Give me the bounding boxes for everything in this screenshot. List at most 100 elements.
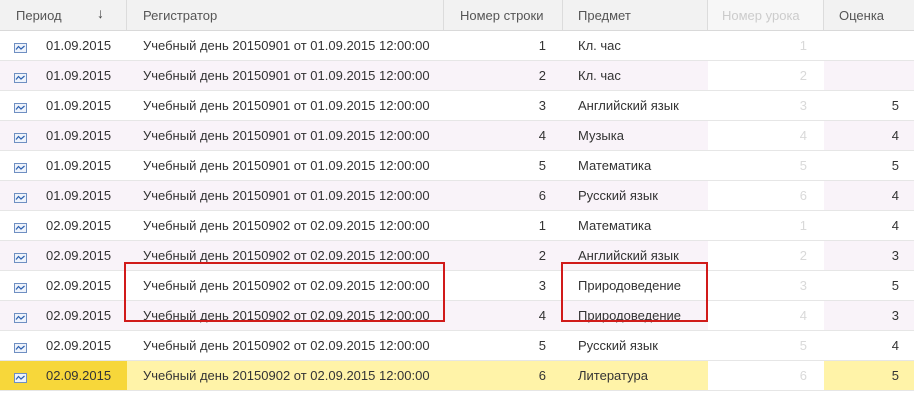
cell-line-number[interactable]: 6 xyxy=(444,181,563,210)
cell-lesson-number[interactable]: 3 xyxy=(708,271,824,300)
table-row[interactable]: 01.09.2015 Учебный день 20150901 от 01.09… xyxy=(0,91,914,121)
cell-grade[interactable]: 4 xyxy=(824,211,914,240)
cell-registrar[interactable]: Учебный день 20150901 от 01.09.2015 12:0… xyxy=(127,31,444,60)
cell-registrar[interactable]: Учебный день 20150901 от 01.09.2015 12:0… xyxy=(127,91,444,120)
table-row[interactable]: 02.09.2015 Учебный день 20150902 от 02.09… xyxy=(0,271,914,301)
cell-line-number[interactable]: 5 xyxy=(444,331,563,360)
table-row[interactable]: 01.09.2015 Учебный день 20150901 от 01.09… xyxy=(0,31,914,61)
cell-line-number[interactable]: 6 xyxy=(444,361,563,390)
table-row[interactable]: 02.09.2015 Учебный день 20150902 от 02.09… xyxy=(0,361,914,391)
cell-period[interactable]: 01.09.2015 xyxy=(0,121,127,150)
cell-lesson-number[interactable]: 6 xyxy=(708,181,824,210)
cell-grade[interactable] xyxy=(824,61,914,90)
cell-line-number[interactable]: 3 xyxy=(444,271,563,300)
cell-line-number[interactable]: 2 xyxy=(444,241,563,270)
cell-grade[interactable]: 4 xyxy=(824,121,914,150)
cell-registrar[interactable]: Учебный день 20150902 от 02.09.2015 12:0… xyxy=(127,271,444,300)
column-header-lesson-number[interactable]: Номер урока xyxy=(708,0,824,30)
cell-subject[interactable]: Кл. час xyxy=(563,31,708,60)
cell-grade[interactable]: 5 xyxy=(824,361,914,390)
cell-line-number[interactable]: 4 xyxy=(444,301,563,330)
cell-line-number[interactable]: 5 xyxy=(444,151,563,180)
cell-grade[interactable]: 4 xyxy=(824,331,914,360)
cell-period[interactable]: 01.09.2015 xyxy=(0,91,127,120)
cell-subject[interactable]: Музыка xyxy=(563,121,708,150)
cell-line-number[interactable]: 1 xyxy=(444,211,563,240)
cell-period[interactable]: 01.09.2015 xyxy=(0,31,127,60)
cell-grade[interactable]: 3 xyxy=(824,241,914,270)
cell-period[interactable]: 01.09.2015 xyxy=(0,151,127,180)
cell-subject[interactable]: Литература xyxy=(563,361,708,390)
cell-period[interactable]: 01.09.2015 xyxy=(0,181,127,210)
cell-subject[interactable]: Русский язык xyxy=(563,181,708,210)
cell-lesson-number[interactable]: 5 xyxy=(708,331,824,360)
table-row[interactable]: 02.09.2015 Учебный день 20150902 от 02.09… xyxy=(0,241,914,271)
column-header-subject[interactable]: Предмет xyxy=(563,0,708,30)
cell-lesson-number[interactable]: 4 xyxy=(708,121,824,150)
register-record-icon xyxy=(14,281,27,293)
cell-line-number[interactable]: 3 xyxy=(444,91,563,120)
cell-registrar[interactable]: Учебный день 20150902 от 02.09.2015 12:0… xyxy=(127,331,444,360)
column-header-period[interactable]: Период ↓ xyxy=(0,0,127,30)
table-row[interactable]: 01.09.2015 Учебный день 20150901 от 01.09… xyxy=(0,121,914,151)
table-row[interactable]: 02.09.2015 Учебный день 20150902 от 02.09… xyxy=(0,211,914,241)
cell-lesson-number[interactable]: 1 xyxy=(708,31,824,60)
cell-subject[interactable]: Природоведение xyxy=(563,271,708,300)
table-row[interactable]: 02.09.2015 Учебный день 20150902 от 02.09… xyxy=(0,331,914,361)
register-record-icon xyxy=(14,341,27,353)
column-header-registrar[interactable]: Регистратор xyxy=(127,0,444,30)
cell-subject[interactable]: Природоведение xyxy=(563,301,708,330)
table-row[interactable]: 01.09.2015 Учебный день 20150901 от 01.09… xyxy=(0,181,914,211)
cell-period[interactable]: 02.09.2015 xyxy=(0,211,127,240)
table-header: Период ↓ Регистратор Номер строки Предме… xyxy=(0,0,914,31)
cell-subject[interactable]: Английский язык xyxy=(563,91,708,120)
cell-grade[interactable]: 5 xyxy=(824,151,914,180)
cell-subject[interactable]: Математика xyxy=(563,151,708,180)
table-row[interactable]: 02.09.2015 Учебный день 20150902 от 02.09… xyxy=(0,301,914,331)
table-row[interactable]: 01.09.2015 Учебный день 20150901 от 01.09… xyxy=(0,61,914,91)
cell-period[interactable]: 01.09.2015 xyxy=(0,61,127,90)
cell-registrar[interactable]: Учебный день 20150901 от 01.09.2015 12:0… xyxy=(127,151,444,180)
cell-grade[interactable]: 3 xyxy=(824,301,914,330)
cell-period[interactable]: 02.09.2015 xyxy=(0,301,127,330)
cell-grade[interactable] xyxy=(824,31,914,60)
cell-period[interactable]: 02.09.2015 xyxy=(0,271,127,300)
cell-lesson-number[interactable]: 2 xyxy=(708,241,824,270)
sort-descending-icon: ↓ xyxy=(97,5,104,21)
column-header-line-number[interactable]: Номер строки xyxy=(444,0,563,30)
table-row[interactable]: 01.09.2015 Учебный день 20150901 от 01.09… xyxy=(0,151,914,181)
cell-period-value: 01.09.2015 xyxy=(46,158,112,173)
cell-registrar[interactable]: Учебный день 20150901 от 01.09.2015 12:0… xyxy=(127,61,444,90)
cell-registrar[interactable]: Учебный день 20150902 от 02.09.2015 12:0… xyxy=(127,301,444,330)
cell-subject[interactable]: Математика xyxy=(563,211,708,240)
cell-period-value: 01.09.2015 xyxy=(46,98,112,113)
cell-period[interactable]: 02.09.2015 xyxy=(0,361,127,390)
cell-registrar[interactable]: Учебный день 20150902 от 02.09.2015 12:0… xyxy=(127,211,444,240)
cell-subject[interactable]: Кл. час xyxy=(563,61,708,90)
cell-period[interactable]: 02.09.2015 xyxy=(0,331,127,360)
column-header-grade[interactable]: Оценка xyxy=(824,0,914,30)
cell-lesson-number[interactable]: 5 xyxy=(708,151,824,180)
cell-lesson-number[interactable]: 2 xyxy=(708,61,824,90)
cell-period[interactable]: 02.09.2015 xyxy=(0,241,127,270)
cell-grade[interactable]: 4 xyxy=(824,181,914,210)
cell-period-value: 02.09.2015 xyxy=(46,308,112,323)
cell-registrar[interactable]: Учебный день 20150901 от 01.09.2015 12:0… xyxy=(127,121,444,150)
cell-registrar[interactable]: Учебный день 20150902 от 02.09.2015 12:0… xyxy=(127,361,444,390)
cell-line-number[interactable]: 2 xyxy=(444,61,563,90)
register-record-icon xyxy=(14,371,27,383)
cell-lesson-number[interactable]: 1 xyxy=(708,211,824,240)
cell-grade[interactable]: 5 xyxy=(824,271,914,300)
cell-lesson-number[interactable]: 6 xyxy=(708,361,824,390)
register-record-icon xyxy=(14,131,27,143)
cell-registrar[interactable]: Учебный день 20150902 от 02.09.2015 12:0… xyxy=(127,241,444,270)
cell-subject[interactable]: Английский язык xyxy=(563,241,708,270)
cell-line-number[interactable]: 1 xyxy=(444,31,563,60)
cell-line-number[interactable]: 4 xyxy=(444,121,563,150)
cell-registrar[interactable]: Учебный день 20150901 от 01.09.2015 12:0… xyxy=(127,181,444,210)
cell-lesson-number[interactable]: 3 xyxy=(708,91,824,120)
register-record-icon xyxy=(14,41,27,53)
cell-grade[interactable]: 5 xyxy=(824,91,914,120)
cell-subject[interactable]: Русский язык xyxy=(563,331,708,360)
cell-lesson-number[interactable]: 4 xyxy=(708,301,824,330)
